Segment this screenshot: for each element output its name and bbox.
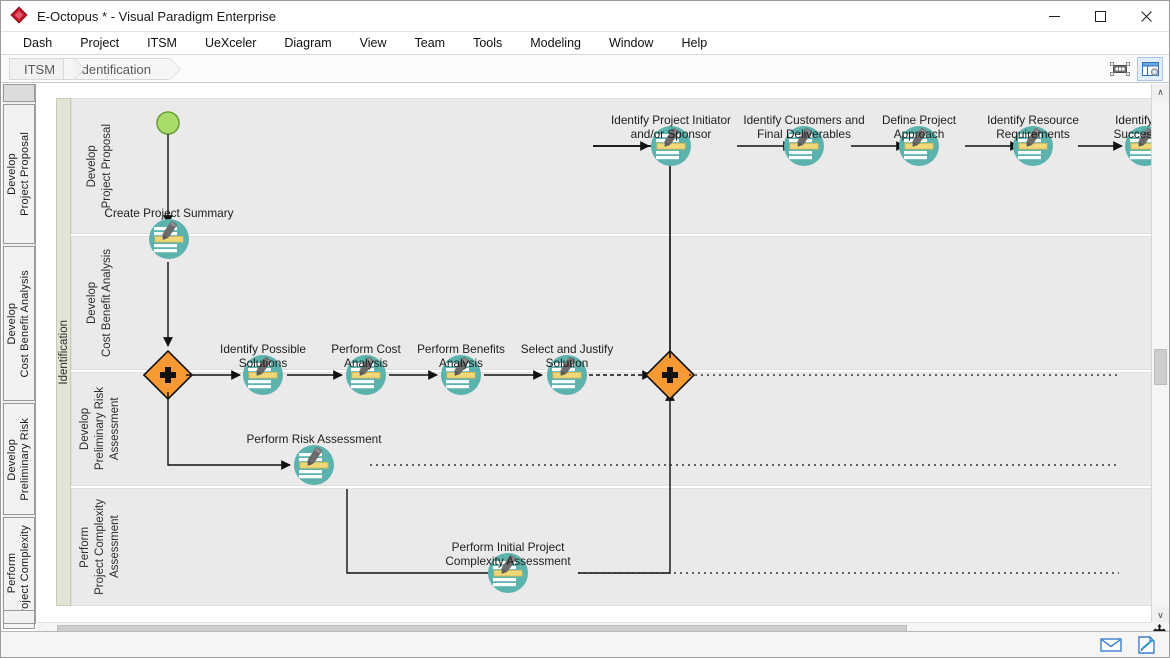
menu-item-view[interactable]: View [346, 33, 401, 53]
breadcrumb-toolbar [1107, 57, 1163, 81]
window-title: E-Octopus * - Visual Paradigm Enterprise [37, 9, 276, 24]
sidebar-item-label: Develop Preliminary Risk [6, 418, 32, 501]
sidebar-item-label: Perform Project Complexity [6, 525, 32, 620]
maximize-button[interactable] [1077, 1, 1123, 31]
menu-item-modeling[interactable]: Modeling [516, 33, 595, 53]
minimize-button[interactable] [1031, 1, 1077, 31]
application-window: E-Octopus * - Visual Paradigm Enterprise… [0, 0, 1170, 658]
vertical-scrollbar[interactable]: ∧ ∨ [1151, 84, 1168, 624]
task-label-create-project-summary: Create Project Summary [89, 206, 249, 220]
message-envelope-icon[interactable] [1097, 634, 1125, 656]
breadcrumb-label: Identification [78, 62, 151, 77]
scroll-up-button[interactable]: ∧ [1152, 84, 1169, 101]
lane-tab-strip-top-handle[interactable] [3, 84, 35, 102]
title-bar: E-Octopus * - Visual Paradigm Enterprise [1, 1, 1169, 32]
menu-item-window[interactable]: Window [595, 33, 667, 53]
menu-item-dash[interactable]: Dash [9, 33, 66, 53]
menu-item-uexceler[interactable]: UeXceler [191, 33, 270, 53]
menu-item-project[interactable]: Project [66, 33, 133, 53]
task-label-perform-risk-assessment: Perform Risk Assessment [234, 432, 394, 446]
breadcrumb-arrow-icon [73, 58, 84, 80]
breadcrumb-bar: ITSM Identification [1, 55, 1169, 83]
parallel-gateway-join[interactable] [646, 351, 694, 399]
close-button[interactable] [1123, 1, 1169, 31]
sidebar-item-label: Develop Project Proposal [6, 132, 32, 216]
menu-item-tools[interactable]: Tools [459, 33, 516, 53]
diagram-canvas-viewport[interactable]: Identification Develop Project Proposal … [37, 84, 1153, 624]
menu-item-help[interactable]: Help [667, 33, 721, 53]
sidebar-item-develop-cost-benefit-analysis[interactable]: Develop Cost Benefit Analysis [3, 246, 35, 401]
note-edit-icon[interactable] [1133, 634, 1161, 656]
task-label-perform-initial-project-complexity-assessment: Perform Initial Project Complexity Asses… [428, 540, 588, 568]
window-controls [1031, 1, 1169, 31]
task-label-identify-project-success-criteria: Identify Pro Success Cri [1065, 113, 1153, 141]
sidebar-item-develop-project-proposal[interactable]: Develop Project Proposal [3, 104, 35, 244]
menu-bar: Dash Project ITSM UeXceler Diagram View … [1, 32, 1169, 55]
bpmn-diagram[interactable]: Identification Develop Project Proposal … [37, 84, 1153, 624]
vertical-scroll-thumb[interactable] [1154, 349, 1167, 385]
task-perform-risk-assessment-icon[interactable] [294, 445, 334, 485]
sidebar-item-develop-preliminary-risk[interactable]: Develop Preliminary Risk [3, 403, 35, 515]
diagram-overview-icon[interactable] [1137, 57, 1163, 81]
lane-tab-strip-bottom-handle[interactable] [3, 610, 35, 624]
task-label-select-and-justify-solution: Select and Justify Solution [487, 342, 647, 370]
sidebar-item-label: Develop Cost Benefit Analysis [6, 270, 32, 378]
breadcrumb-arrow-icon [169, 58, 180, 80]
menu-item-diagram[interactable]: Diagram [270, 33, 345, 53]
status-bar [1, 631, 1169, 657]
menu-item-itsm[interactable]: ITSM [133, 33, 191, 53]
breadcrumb-label: ITSM [24, 62, 55, 77]
task-create-project-summary-icon[interactable] [149, 219, 189, 259]
lane-tab-strip: Develop Project Proposal Develop Cost Be… [2, 84, 36, 624]
fit-to-window-icon[interactable] [1107, 57, 1133, 81]
menu-item-team[interactable]: Team [401, 33, 460, 53]
start-event[interactable] [157, 112, 179, 134]
visual-paradigm-diamond-icon [11, 7, 29, 25]
